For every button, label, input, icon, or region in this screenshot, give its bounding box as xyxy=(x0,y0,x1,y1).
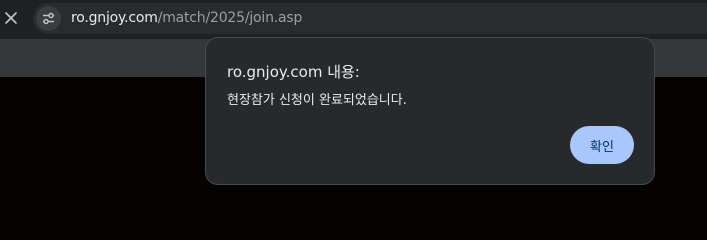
address-bar[interactable]: ro.gnjoy.com/match/2025/join.asp xyxy=(33,3,707,34)
ok-button[interactable]: 확인 xyxy=(570,126,634,164)
close-icon[interactable] xyxy=(2,9,20,27)
url-path: /match/2025/join.asp xyxy=(157,10,303,26)
dialog-title: ro.gnjoy.com 내용: xyxy=(227,63,360,81)
tune-icon[interactable] xyxy=(36,6,61,31)
url-text[interactable]: ro.gnjoy.com/match/2025/join.asp xyxy=(71,10,302,27)
browser-top-bar: ro.gnjoy.com/match/2025/join.asp xyxy=(0,0,707,39)
dialog-message: 현장참가 신청이 완료되었습니다. xyxy=(227,93,407,108)
alert-dialog: ro.gnjoy.com 내용: 현장참가 신청이 완료되었습니다. 확인 xyxy=(205,37,655,185)
url-host: ro.gnjoy.com xyxy=(71,10,158,26)
